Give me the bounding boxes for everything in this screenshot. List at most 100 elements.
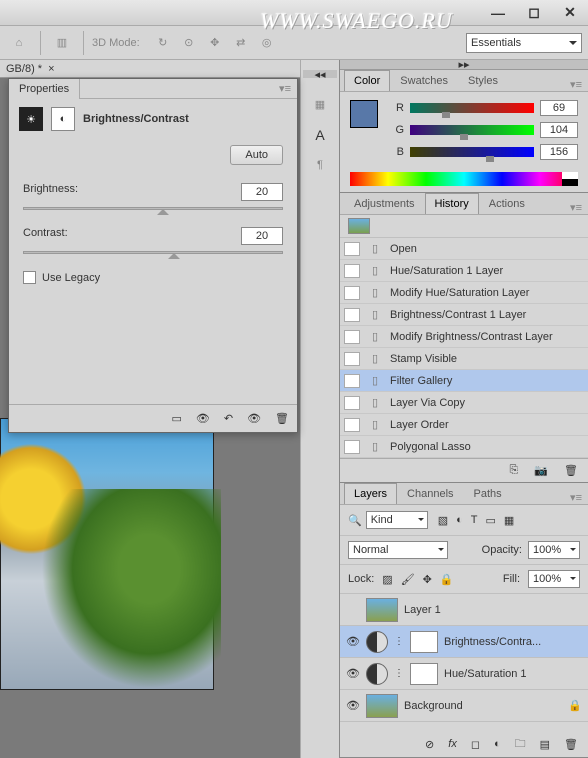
layer-name[interactable]: Brightness/Contra... <box>444 636 541 648</box>
collapse-dock-icon[interactable]: ▸▸ <box>340 60 588 70</box>
panel-menu-icon[interactable]: ▾≡ <box>273 82 297 95</box>
paragraph-icon[interactable]: ¶ <box>317 159 323 171</box>
visibility-icon[interactable]: 👁 <box>346 699 360 712</box>
reset-icon[interactable]: ↶ <box>224 412 233 425</box>
character-icon[interactable]: A <box>315 127 324 143</box>
tab-channels[interactable]: Channels <box>397 483 463 504</box>
tab-swatches[interactable]: Swatches <box>390 70 458 91</box>
pan-icon[interactable]: ✥ <box>206 34 224 52</box>
brightness-input[interactable] <box>241 183 283 201</box>
contrast-slider[interactable] <box>23 247 283 261</box>
tab-styles[interactable]: Styles <box>458 70 508 91</box>
expand-dock-icon[interactable]: ◂◂ <box>303 70 337 78</box>
b-input[interactable] <box>540 144 578 160</box>
history-row[interactable]: ▯Modify Brightness/Contrast Layer <box>340 326 588 348</box>
g-input[interactable] <box>540 122 578 138</box>
history-row[interactable]: ▯Hue/Saturation 1 Layer <box>340 260 588 282</box>
tab-adjustments[interactable]: Adjustments <box>344 193 425 214</box>
history-menu-icon[interactable]: ▾≡ <box>564 201 588 214</box>
link-layers-icon[interactable]: ⊘ <box>425 738 434 751</box>
filter-pixel-icon[interactable]: ▧ <box>438 514 448 527</box>
legacy-checkbox[interactable] <box>23 271 36 284</box>
snapshot-icon[interactable]: 📷 <box>534 464 548 477</box>
filter-shape-icon[interactable]: ▭ <box>486 514 496 527</box>
lock-all-icon[interactable]: 🔒 <box>440 573 454 586</box>
blend-mode-select[interactable]: Normal <box>348 541 448 559</box>
filter-adjust-icon[interactable]: ◐ <box>456 514 463 527</box>
mask-icon[interactable]: ◐ <box>51 107 75 131</box>
history-row[interactable]: ▯Layer Order <box>340 414 588 436</box>
opacity-input[interactable]: 100% <box>528 541 580 559</box>
history-row[interactable]: ▯Polygonal Lasso <box>340 436 588 458</box>
filter-smart-icon[interactable]: ▦ <box>504 514 514 527</box>
layer-name[interactable]: Layer 1 <box>404 604 441 616</box>
layer-row[interactable]: 👁⋮Brightness/Contra... <box>340 626 588 658</box>
lock-position-icon[interactable]: ✥ <box>423 573 432 586</box>
new-layer-icon[interactable]: ▤ <box>540 738 550 751</box>
mask-thumb[interactable] <box>410 631 438 653</box>
new-doc-from-state-icon[interactable]: ⎘ <box>510 464 519 477</box>
history-trash-icon[interactable]: 🗑 <box>564 464 578 477</box>
tab-actions[interactable]: Actions <box>479 193 535 214</box>
r-input[interactable] <box>540 100 578 116</box>
filter-kind-select[interactable]: Kind <box>366 511 428 529</box>
history-snapshot[interactable] <box>340 215 588 238</box>
g-slider[interactable] <box>410 125 534 135</box>
color-spectrum[interactable] <box>350 172 578 186</box>
mask-thumb[interactable] <box>410 663 438 685</box>
history-row[interactable]: ▯Modify Hue/Saturation Layer <box>340 282 588 304</box>
properties-tab[interactable]: Properties <box>9 79 80 99</box>
trash-icon[interactable]: 🗑 <box>275 412 289 425</box>
lock-transparent-icon[interactable]: ▨ <box>382 573 392 586</box>
color-menu-icon[interactable]: ▾≡ <box>564 78 588 91</box>
slide-icon[interactable]: ⇄ <box>232 34 250 52</box>
history-row[interactable]: ▯Stamp Visible <box>340 348 588 370</box>
tab-history[interactable]: History <box>425 193 479 214</box>
layer-mask-icon[interactable]: ◻ <box>471 738 480 751</box>
document-tab[interactable]: GB/8) *× <box>0 60 300 78</box>
b-slider[interactable] <box>410 147 534 157</box>
tab-paths[interactable]: Paths <box>464 483 512 504</box>
auto-button[interactable]: Auto <box>230 145 283 165</box>
history-row[interactable]: ▯Filter Gallery <box>340 370 588 392</box>
r-slider[interactable] <box>410 103 534 113</box>
history-row[interactable]: ▯Layer Via Copy <box>340 392 588 414</box>
tab-color[interactable]: Color <box>344 70 390 91</box>
canvas[interactable] <box>0 418 214 690</box>
clip-icon[interactable]: ▭ <box>171 412 181 425</box>
roll-icon[interactable]: ⊙ <box>180 34 198 52</box>
maximize-button[interactable]: ◻ <box>524 5 544 21</box>
toggle-visibility-icon[interactable]: 👁 <box>247 412 261 425</box>
workspace-select[interactable]: Essentials <box>466 33 582 53</box>
panels-icon[interactable]: ▥ <box>53 34 71 52</box>
layers-menu-icon[interactable]: ▾≡ <box>564 491 588 504</box>
fill-input[interactable]: 100% <box>528 570 580 588</box>
foreground-swatch[interactable] <box>350 100 378 128</box>
history-row[interactable]: ▯Brightness/Contrast 1 Layer <box>340 304 588 326</box>
brightness-slider[interactable] <box>23 203 283 217</box>
layer-fx-icon[interactable]: fx <box>448 738 457 750</box>
new-adjustment-icon[interactable]: ◐ <box>494 738 501 750</box>
layer-row[interactable]: Layer 1 <box>340 594 588 626</box>
zoom-icon[interactable]: ◎ <box>258 34 276 52</box>
orbit-icon[interactable]: ↻ <box>154 34 172 52</box>
layer-name[interactable]: Background <box>404 700 463 712</box>
view-previous-icon[interactable]: 👁 <box>196 412 210 425</box>
visibility-icon[interactable]: 👁 <box>346 635 360 648</box>
new-group-icon[interactable]: 🗀 <box>515 735 526 754</box>
home-icon[interactable]: ⌂ <box>10 34 28 52</box>
panel-icon-1[interactable]: ▦ <box>315 98 325 111</box>
layer-name[interactable]: Hue/Saturation 1 <box>444 668 527 680</box>
layer-row[interactable]: 👁⋮Hue/Saturation 1 <box>340 658 588 690</box>
contrast-input[interactable] <box>241 227 283 245</box>
layer-trash-icon[interactable]: 🗑 <box>564 738 578 751</box>
close-icon[interactable]: × <box>48 63 54 75</box>
history-row[interactable]: ▯Open <box>340 238 588 260</box>
layer-row[interactable]: 👁Background🔒 <box>340 690 588 722</box>
filter-type-icon[interactable]: T <box>471 514 478 527</box>
visibility-icon[interactable]: 👁 <box>346 667 360 680</box>
minimize-button[interactable]: — <box>488 5 508 21</box>
lock-pixels-icon[interactable]: 🖌 <box>401 573 415 586</box>
tab-layers[interactable]: Layers <box>344 483 397 504</box>
close-button[interactable]: ✕ <box>560 5 580 21</box>
